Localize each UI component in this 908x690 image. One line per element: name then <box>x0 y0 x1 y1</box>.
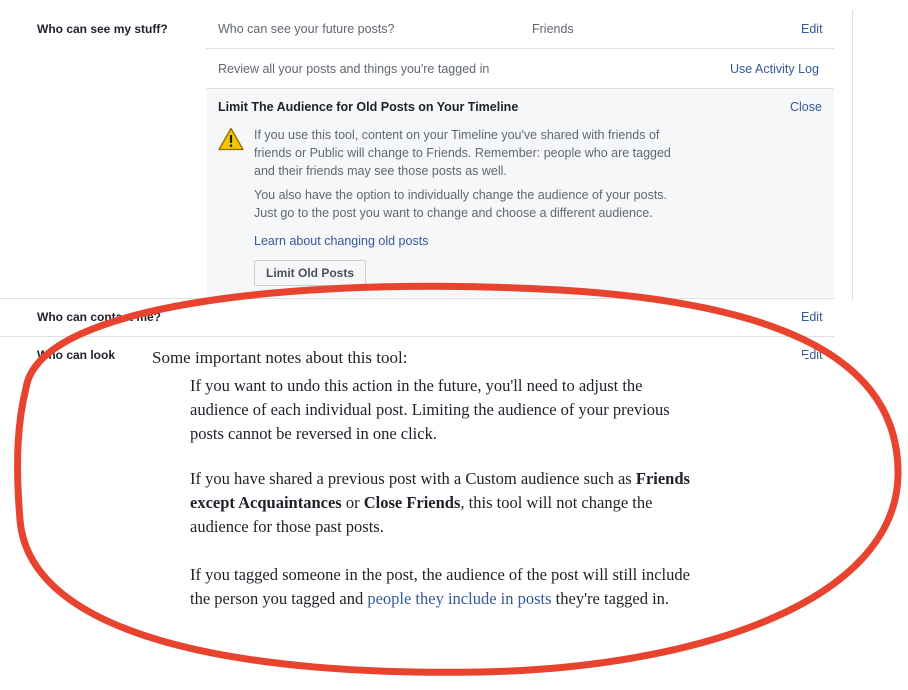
future-posts-value: Friends <box>532 22 574 36</box>
future-posts-edit-link[interactable]: Edit <box>801 22 823 36</box>
section-label-see-stuff: Who can see my stuff? <box>37 22 168 36</box>
limit-panel-paragraph-1: If you use this tool, content on your Ti… <box>254 128 671 178</box>
future-posts-label: Who can see your future posts? <box>218 22 395 36</box>
review-posts-label: Review all your posts and things you're … <box>218 62 490 76</box>
warning-icon <box>218 127 244 151</box>
notes-paragraph-2: If you have shared a previous post with … <box>190 469 690 536</box>
section-divider <box>0 336 834 337</box>
limit-panel-paragraph-2: You also have the option to individually… <box>254 188 668 220</box>
people-they-include-link[interactable]: people they include in posts <box>367 589 551 608</box>
limit-panel-close-link[interactable]: Close <box>790 100 822 114</box>
limit-old-posts-button[interactable]: Limit Old Posts <box>254 260 366 286</box>
activity-log-link[interactable]: Use Activity Log <box>730 62 819 76</box>
contact-edit-link[interactable]: Edit <box>801 310 823 324</box>
section-label-look: Who can look <box>37 348 115 362</box>
section-label-contact: Who can contact me? <box>37 310 162 324</box>
learn-old-posts-link[interactable]: Learn about changing old posts <box>254 234 428 248</box>
notes-paragraph-3: If you tagged someone in the post, the a… <box>190 565 690 608</box>
row-divider <box>206 48 834 49</box>
limit-panel-title: Limit The Audience for Old Posts on Your… <box>218 100 519 114</box>
notes-paragraph-1: If you want to undo this action in the f… <box>190 376 670 443</box>
notes-heading: Some important notes about this tool: <box>152 348 408 367</box>
section-divider <box>0 298 834 299</box>
panel-right-border <box>852 10 853 300</box>
